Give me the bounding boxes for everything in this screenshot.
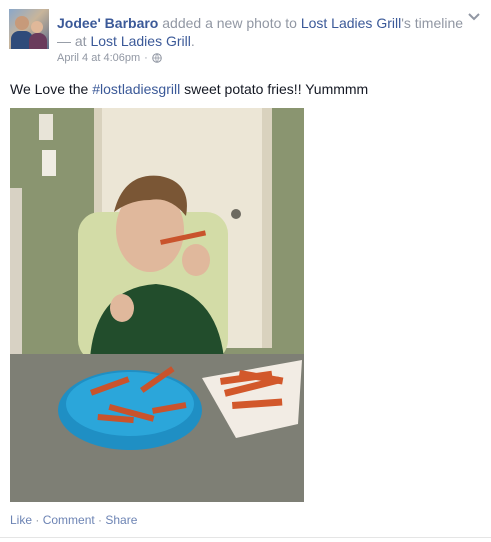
timestamp-link[interactable]: April 4 at 4:06pm [57, 52, 140, 64]
post-divider [0, 537, 491, 538]
actions-separator-2: · [94, 513, 106, 527]
meta-separator: · [144, 52, 148, 64]
photo-switch [42, 150, 56, 176]
target-page-link[interactable]: Lost Ladies Grill [301, 15, 401, 31]
post-header: Jodee' Barbaro added a new photo to Lost… [57, 14, 477, 50]
hashtag-link[interactable]: #lostladiesgrill [92, 81, 180, 97]
location-suffix: . [190, 33, 195, 49]
share-link[interactable]: Share [105, 513, 137, 527]
avatar-figure-2 [31, 21, 43, 33]
photo-outlet [39, 114, 53, 140]
avatar-figure-1 [15, 16, 29, 30]
timeline-post: Jodee' Barbaro added a new photo to Lost… [0, 0, 491, 542]
globe-icon[interactable] [152, 53, 162, 63]
photo-door-knob [231, 209, 241, 219]
photo-illustration [10, 108, 304, 502]
author-avatar[interactable] [9, 9, 49, 49]
post-message: We Love the #lostladiesgrill sweet potat… [10, 80, 368, 98]
message-text-before: We Love the [10, 81, 93, 97]
actions-separator-1: · [32, 513, 43, 527]
post-meta: April 4 at 4:06pm · [57, 52, 162, 64]
location-prefix: — at [57, 33, 87, 49]
target-suffix: 's timeline [401, 15, 464, 31]
message-text-after: sweet potato fries!! Yummmm [180, 81, 369, 97]
comment-link[interactable]: Comment [43, 513, 95, 527]
photo-child-hand-left [110, 294, 134, 322]
chevron-down-icon[interactable] [467, 11, 481, 23]
photo-child-hand-right [182, 244, 210, 276]
post-actions: Like · Comment · Share [10, 513, 137, 527]
author-name-link[interactable]: Jodee' Barbaro [57, 15, 158, 31]
location-link[interactable]: Lost Ladies Grill [90, 33, 190, 49]
photo-door-frame-right [262, 108, 272, 348]
like-link[interactable]: Like [10, 513, 32, 527]
avatar-figure-2-body [29, 33, 47, 49]
action-text: added a new photo to [162, 15, 297, 31]
post-photo[interactable] [10, 108, 304, 502]
